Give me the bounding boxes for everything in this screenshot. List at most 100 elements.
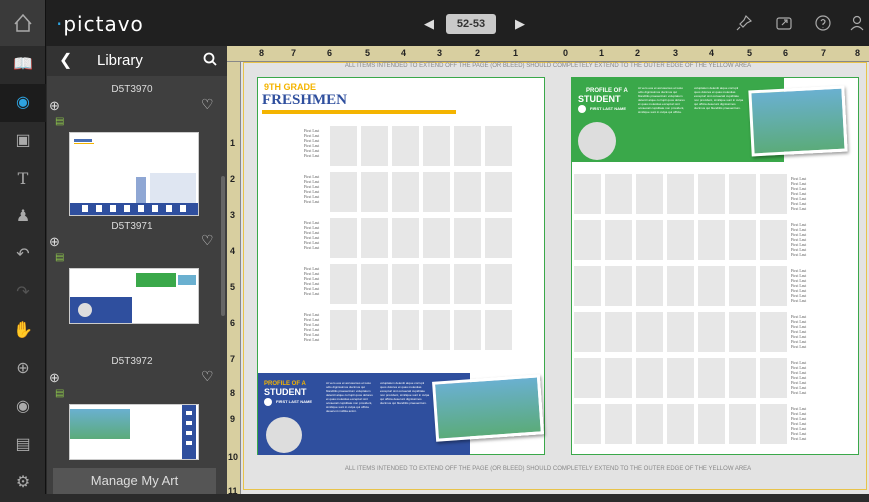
- portrait-placeholder[interactable]: [667, 404, 694, 444]
- left-page[interactable]: 9TH GRADE FRESHMEN First Last First Last…: [257, 77, 545, 455]
- next-page-button[interactable]: ▶: [515, 16, 525, 32]
- portrait-placeholder[interactable]: [485, 126, 512, 166]
- portrait-placeholder[interactable]: [698, 404, 725, 444]
- portrait-placeholder[interactable]: [454, 264, 481, 304]
- zoom-in-icon[interactable]: ⊕: [49, 98, 60, 114]
- portrait-placeholder[interactable]: [605, 358, 632, 398]
- portrait-placeholder[interactable]: [729, 404, 756, 444]
- portrait-placeholder[interactable]: [760, 312, 787, 352]
- portrait-placeholder[interactable]: [423, 172, 450, 212]
- share-icon[interactable]: [775, 14, 793, 32]
- portrait-placeholder[interactable]: [392, 172, 419, 212]
- portrait-placeholder[interactable]: [698, 358, 725, 398]
- portrait-placeholder[interactable]: [330, 218, 357, 258]
- preview-button[interactable]: ◉: [0, 388, 46, 426]
- library-scrollbar[interactable]: [221, 176, 225, 316]
- heart-icon[interactable]: ♡: [201, 232, 214, 249]
- photos-button[interactable]: ▣: [0, 122, 46, 160]
- search-icon[interactable]: [203, 52, 217, 69]
- portrait-placeholder[interactable]: [667, 312, 694, 352]
- profile-photo-placeholder[interactable]: [266, 417, 302, 453]
- portrait-placeholder[interactable]: [423, 264, 450, 304]
- portrait-placeholder[interactable]: [698, 174, 725, 214]
- portrait-placeholder[interactable]: [667, 220, 694, 260]
- portrait-placeholder[interactable]: [361, 310, 388, 350]
- people-button[interactable]: ♟: [0, 198, 46, 236]
- profile-photo-placeholder[interactable]: [578, 122, 616, 160]
- pan-button[interactable]: ✋: [0, 312, 46, 350]
- portrait-placeholder[interactable]: [636, 220, 663, 260]
- prev-page-button[interactable]: ◀: [424, 16, 434, 32]
- portrait-placeholder[interactable]: [485, 310, 512, 350]
- portrait-placeholder[interactable]: [392, 126, 419, 166]
- portrait-placeholder[interactable]: [667, 266, 694, 306]
- portrait-placeholder[interactable]: [574, 358, 601, 398]
- back-chevron-icon[interactable]: ❮: [59, 50, 72, 70]
- portrait-placeholder[interactable]: [605, 174, 632, 214]
- text-button[interactable]: T: [0, 160, 46, 198]
- portrait-placeholder[interactable]: [361, 264, 388, 304]
- portrait-placeholder[interactable]: [454, 218, 481, 258]
- home-button[interactable]: [0, 0, 46, 46]
- portrait-placeholder[interactable]: [485, 264, 512, 304]
- undo-button[interactable]: ↶: [0, 236, 46, 274]
- portrait-placeholder[interactable]: [423, 126, 450, 166]
- manage-my-art-button[interactable]: Manage My Art: [53, 468, 216, 494]
- portrait-placeholder[interactable]: [423, 218, 450, 258]
- portrait-placeholder[interactable]: [760, 174, 787, 214]
- portrait-placeholder[interactable]: [698, 266, 725, 306]
- save-button[interactable]: ▤: [0, 426, 46, 464]
- portrait-placeholder[interactable]: [454, 126, 481, 166]
- settings-button[interactable]: ⚙: [0, 464, 46, 502]
- portrait-placeholder[interactable]: [605, 220, 632, 260]
- user-icon[interactable]: [848, 14, 866, 32]
- portrait-placeholder[interactable]: [574, 312, 601, 352]
- portrait-placeholder[interactable]: [729, 174, 756, 214]
- portrait-placeholder[interactable]: [605, 404, 632, 444]
- portrait-placeholder[interactable]: [574, 174, 601, 214]
- portrait-placeholder[interactable]: [574, 220, 601, 260]
- portrait-placeholder[interactable]: [636, 404, 663, 444]
- portrait-placeholder[interactable]: [729, 220, 756, 260]
- portrait-placeholder[interactable]: [605, 312, 632, 352]
- help-icon[interactable]: [814, 14, 832, 32]
- portrait-placeholder[interactable]: [330, 264, 357, 304]
- backgrounds-button[interactable]: ◉: [0, 84, 46, 122]
- portrait-placeholder[interactable]: [423, 310, 450, 350]
- portrait-placeholder[interactable]: [485, 172, 512, 212]
- portrait-placeholder[interactable]: [454, 172, 481, 212]
- portrait-placeholder[interactable]: [667, 174, 694, 214]
- portrait-placeholder[interactable]: [760, 220, 787, 260]
- portrait-placeholder[interactable]: [392, 218, 419, 258]
- library-thumbnail[interactable]: [69, 268, 199, 324]
- library-thumbnail[interactable]: [69, 404, 199, 460]
- zoom-in-icon[interactable]: ⊕: [49, 370, 60, 386]
- portrait-placeholder[interactable]: [760, 266, 787, 306]
- feature-photo-placeholder[interactable]: [432, 374, 544, 442]
- portrait-placeholder[interactable]: [760, 404, 787, 444]
- portrait-placeholder[interactable]: [361, 218, 388, 258]
- portrait-placeholder[interactable]: [574, 404, 601, 444]
- portrait-placeholder[interactable]: [667, 358, 694, 398]
- portrait-placeholder[interactable]: [760, 358, 787, 398]
- zoom-button[interactable]: ⊕: [0, 350, 46, 388]
- portrait-placeholder[interactable]: [729, 266, 756, 306]
- portrait-placeholder[interactable]: [636, 174, 663, 214]
- portrait-placeholder[interactable]: [361, 172, 388, 212]
- portrait-placeholder[interactable]: [330, 126, 357, 166]
- redo-button[interactable]: ↷: [0, 274, 46, 312]
- portrait-placeholder[interactable]: [636, 266, 663, 306]
- portrait-placeholder[interactable]: [485, 218, 512, 258]
- zoom-in-icon[interactable]: ⊕: [49, 234, 60, 250]
- portrait-placeholder[interactable]: [454, 310, 481, 350]
- design-canvas[interactable]: 8 7 6 5 4 3 2 1 0 1 2 3 4 5 6 7 8 1 2 3 …: [227, 46, 869, 496]
- portrait-placeholder[interactable]: [330, 310, 357, 350]
- portrait-placeholder[interactable]: [574, 266, 601, 306]
- pin-icon[interactable]: [735, 14, 753, 32]
- portrait-placeholder[interactable]: [729, 358, 756, 398]
- portrait-placeholder[interactable]: [330, 172, 357, 212]
- portrait-placeholder[interactable]: [361, 126, 388, 166]
- heart-icon[interactable]: ♡: [201, 368, 214, 385]
- portrait-placeholder[interactable]: [392, 264, 419, 304]
- page-indicator[interactable]: 52-53: [446, 14, 496, 34]
